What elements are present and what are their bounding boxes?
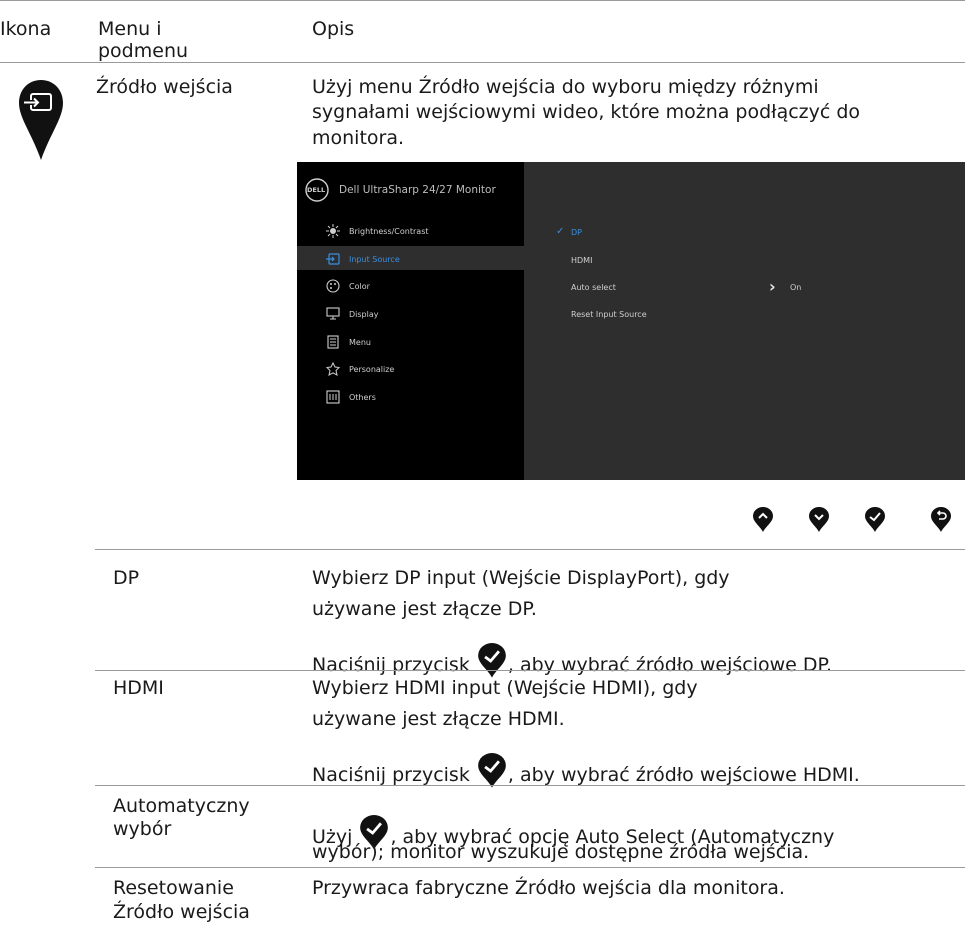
- row-auto-name-line2: wybór: [113, 818, 172, 840]
- row-auto-desc-line2: wybór); monitor wyszukuje dostępne źródł…: [312, 841, 810, 863]
- osd-menu-personalize[interactable]: Personalize: [349, 365, 394, 375]
- input-source-icon: [19, 80, 63, 160]
- osd-screenshot: DELL Dell UltraSharp 24/27 Monitor Brigh…: [297, 162, 965, 480]
- osd-option-reset[interactable]: Reset Input Source: [571, 310, 647, 320]
- osd-arrow-icon: ›: [769, 277, 776, 296]
- others-icon: [326, 390, 340, 404]
- row-auto-name-line1: Automatyczny: [113, 795, 250, 817]
- osd-option-auto-select[interactable]: Auto select: [571, 283, 616, 293]
- row-dp-desc-line3: Naciśnij przycisk , aby wybrać źródło we…: [312, 643, 832, 679]
- brightness-icon: [326, 224, 340, 238]
- row-dp-desc-line3-start: Naciśnij przycisk: [312, 654, 476, 676]
- row-dp-desc-line3-end: , aby wybrać źródło wejściowe DP.: [507, 654, 833, 676]
- menu-icon: [327, 335, 339, 349]
- row-dp-desc-line2: używane jest złącze DP.: [312, 598, 537, 620]
- osd-option-dp[interactable]: DP: [571, 228, 582, 238]
- row-hdmi-desc-line2: używane jest złącze HDMI.: [312, 708, 565, 730]
- dell-logo-text: DELL: [307, 186, 326, 194]
- row-reset-desc: Przywraca fabryczne Źródło wejścia dla m…: [312, 877, 785, 899]
- check-button-icon: [478, 753, 506, 788]
- row-hdmi-desc-line3-start: Naciśnij przycisk: [312, 764, 476, 786]
- input-source-desc-line3: monitora.: [312, 127, 405, 149]
- osd-menu-panel: [297, 162, 524, 480]
- osd-menu-others[interactable]: Others: [349, 393, 376, 403]
- back-icon: [931, 507, 951, 532]
- row-reset-name-line2: Źródło wejścia: [113, 901, 250, 923]
- osd-check-icon: ✓: [556, 226, 565, 237]
- osd-menu-color[interactable]: Color: [349, 282, 370, 292]
- input-source-desc-line2: sygnałami wejściowymi wideo, które można…: [312, 101, 861, 123]
- input-source-title: Źródło wejścia: [96, 76, 233, 98]
- check-button-icon: [478, 643, 506, 678]
- row-hdmi-name: HDMI: [113, 677, 164, 699]
- header-icon-col: Ikona: [0, 18, 52, 40]
- row-dp-name: DP: [113, 567, 140, 589]
- osd-auto-select-value: On: [790, 283, 802, 292]
- star-icon: [325, 362, 341, 376]
- osd-menu-display[interactable]: Display: [349, 310, 379, 320]
- osd-menu-menu[interactable]: Menu: [349, 338, 371, 348]
- input-source-desc-line1: Użyj menu Źródło wejścia do wyboru międz…: [312, 76, 819, 98]
- header-menu-col-line2: podmenu: [98, 40, 189, 62]
- display-icon: [326, 307, 340, 320]
- osd-option-hdmi[interactable]: HDMI: [571, 256, 592, 266]
- row-dp-desc-line1: Wybierz DP input (Wejście DisplayPort), …: [312, 567, 730, 589]
- osd-menu-input-source[interactable]: Input Source: [349, 255, 400, 265]
- header-desc-col: Opis: [312, 18, 355, 40]
- header-menu-col-line1: Menu i: [98, 18, 162, 40]
- color-icon: [326, 279, 340, 293]
- row-hdmi-desc-line3: Naciśnij przycisk , aby wybrać źródło we…: [312, 753, 860, 789]
- row-hdmi-desc-line1: Wybierz HDMI input (Wejście HDMI), gdy: [312, 677, 698, 699]
- up-icon: [753, 507, 773, 532]
- row-hdmi-desc-line3-end: , aby wybrać źródło wejściowe HDMI.: [507, 764, 860, 786]
- down-icon: [809, 507, 829, 532]
- osd-title: Dell UltraSharp 24/27 Monitor: [339, 184, 496, 196]
- row-reset-name-line1: Resetowanie: [113, 877, 234, 899]
- osd-menu-brightness[interactable]: Brightness/Contrast: [349, 227, 429, 237]
- input-icon: [326, 253, 340, 265]
- check-icon: [865, 507, 885, 532]
